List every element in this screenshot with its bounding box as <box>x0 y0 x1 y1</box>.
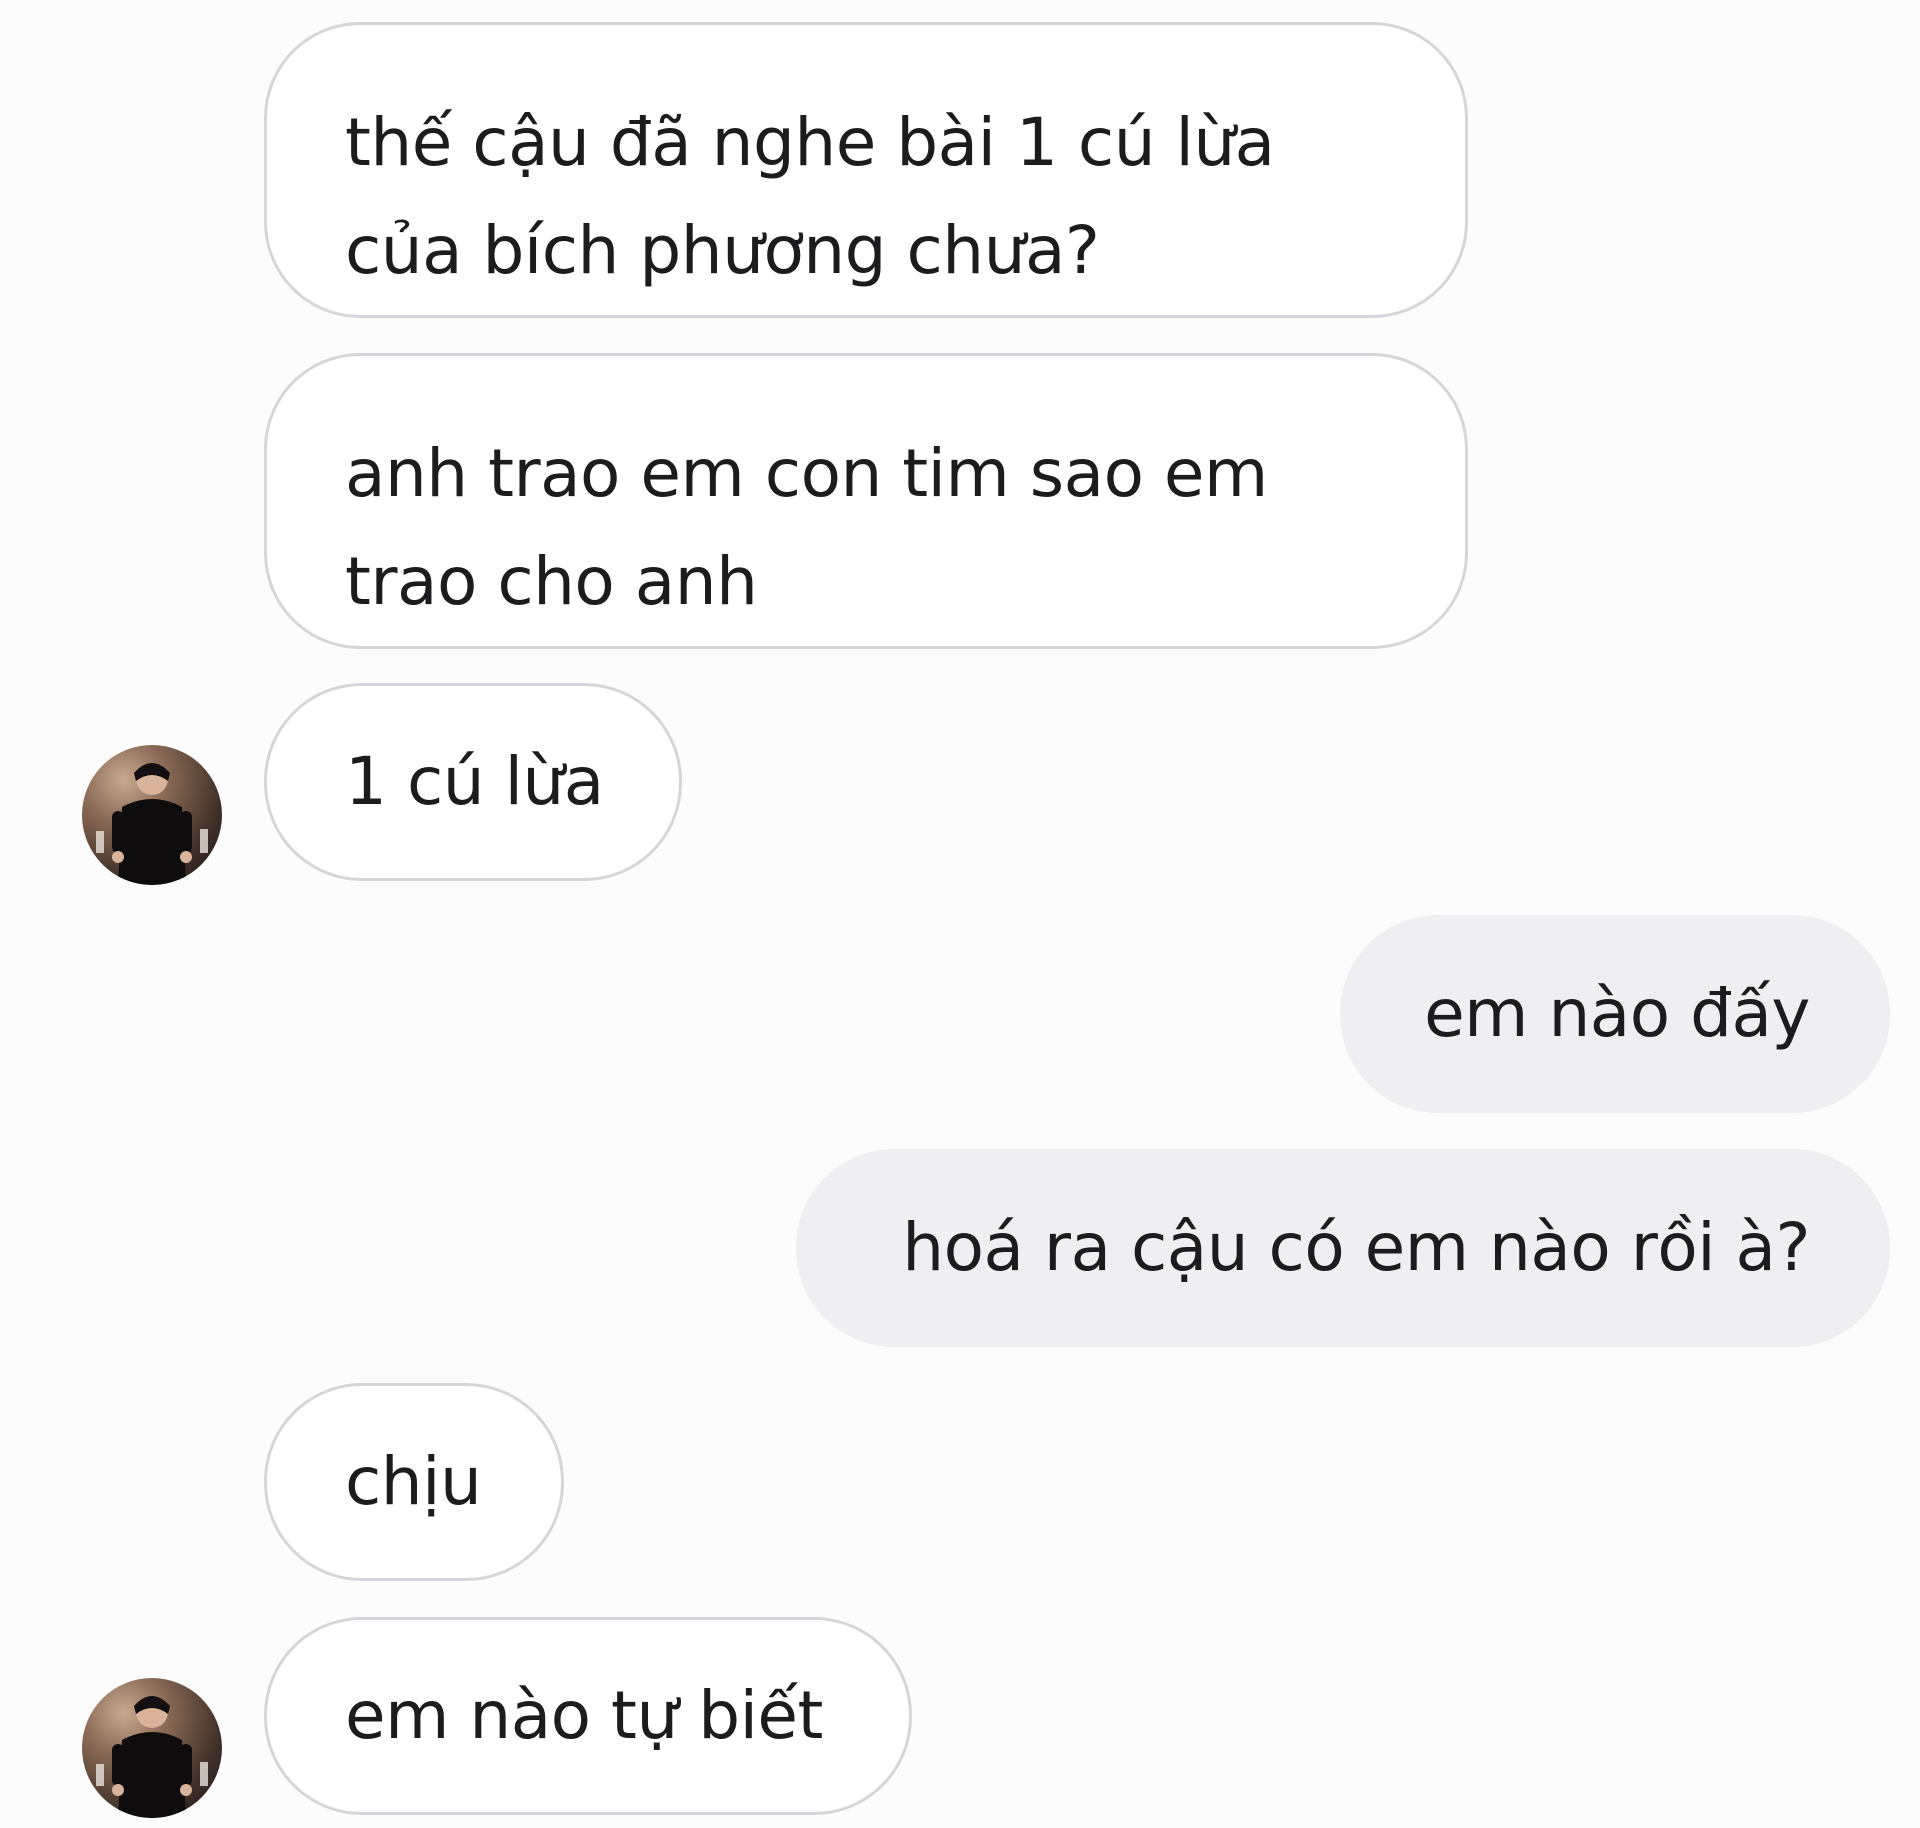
avatar-image <box>96 763 208 885</box>
conversation-thread: thế cậu đã nghe bài 1 cú lừa của bích ph… <box>0 0 1920 1828</box>
message-text-line: anh trao em con tim sao em <box>345 435 1268 512</box>
incoming-message-bubble[interactable]: em nào tự biết <box>264 1617 912 1815</box>
incoming-message-bubble[interactable]: thế cậu đã nghe bài 1 cú lừa của bích ph… <box>264 22 1468 318</box>
incoming-message-bubble[interactable]: 1 cú lừa <box>264 683 682 881</box>
avatar-image <box>96 1696 208 1818</box>
message-text: em nào tự biết <box>345 1677 823 1754</box>
message-text: chịu <box>345 1443 482 1520</box>
incoming-message-bubble[interactable]: chịu <box>264 1383 564 1581</box>
message-text-line: của bích phương chưa? <box>345 212 1100 289</box>
message-text-line: thế cậu đã nghe bài 1 cú lừa <box>345 104 1275 181</box>
message-text: 1 cú lừa <box>345 743 604 820</box>
outgoing-message-bubble[interactable]: em nào đấy <box>1340 915 1890 1113</box>
message-text-line: trao cho anh <box>345 543 758 620</box>
message-text: em nào đấy <box>1424 975 1810 1052</box>
message-text: hoá ra cậu có em nào rồi à? <box>902 1209 1810 1286</box>
incoming-message-bubble[interactable]: anh trao em con tim sao em trao cho anh <box>264 353 1468 649</box>
contact-avatar[interactable] <box>82 745 222 885</box>
outgoing-message-bubble[interactable]: hoá ra cậu có em nào rồi à? <box>796 1149 1890 1347</box>
contact-avatar[interactable] <box>82 1678 222 1818</box>
